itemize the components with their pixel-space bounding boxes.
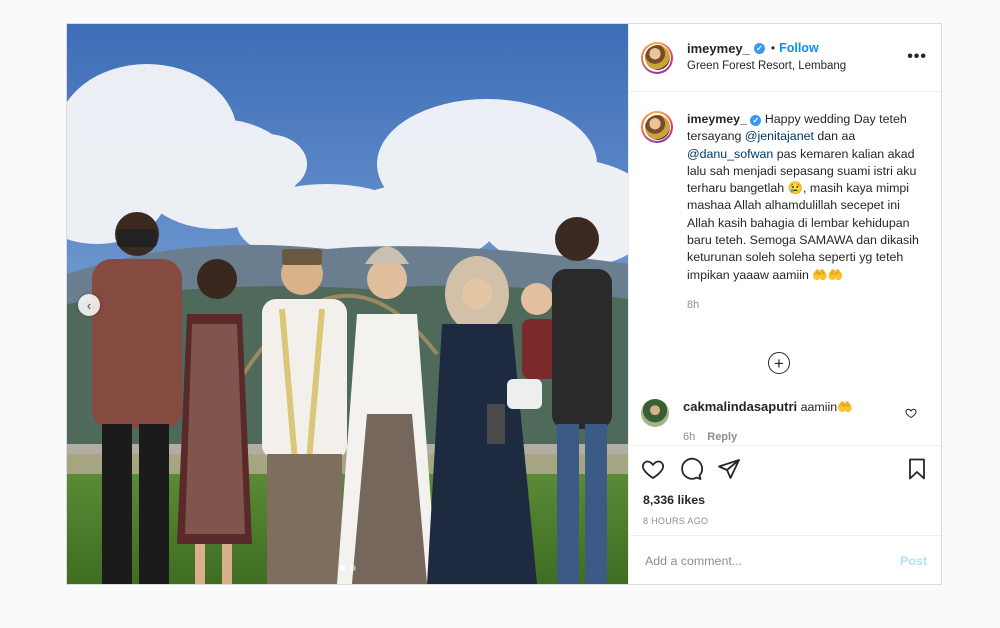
caption-text: dan aa [813, 129, 856, 144]
like-comment-heart-icon[interactable] [905, 407, 917, 419]
posted-time[interactable]: 8 HOURS AGO [629, 507, 941, 526]
caption-text: pas kemaren kalian akad lalu sah menjadi… [687, 146, 919, 282]
post-actions: 8,336 likes 8 HOURS AGO Post [629, 445, 941, 585]
like-heart-icon[interactable] [641, 457, 665, 481]
verified-badge-icon: ✓ [750, 115, 762, 127]
verified-badge-icon: ✓ [753, 43, 765, 55]
post-card: ‹ imeymey_ ✓ • Follow Green Forest Resor… [66, 23, 942, 585]
share-send-icon[interactable] [717, 457, 741, 481]
more-options-icon[interactable]: ••• [907, 48, 927, 66]
post-photo[interactable]: ‹ [67, 24, 628, 584]
commenter-avatar[interactable] [641, 399, 669, 427]
author-avatar[interactable] [641, 41, 673, 74]
caption-username[interactable]: imeymey_ [687, 112, 747, 126]
commenter-username[interactable]: cakmalindasaputri [683, 399, 797, 414]
load-more-comments-button[interactable]: + [768, 352, 790, 374]
caption-time[interactable]: 8h [687, 297, 919, 314]
comment-item: cakmalindasaputri aamiin🤲 6h Reply [641, 399, 929, 445]
mention-link[interactable]: @jenitajanet [745, 129, 814, 143]
carousel-dots [67, 565, 628, 571]
likes-count[interactable]: 8,336 likes [629, 482, 941, 507]
wedding-photo-illustration [67, 24, 628, 584]
carousel-dot [339, 565, 346, 571]
post-header: imeymey_ ✓ • Follow Green Forest Resort,… [629, 24, 941, 92]
groom [262, 249, 347, 584]
post-side-panel: imeymey_ ✓ • Follow Green Forest Resort,… [628, 24, 941, 584]
follow-button[interactable]: Follow [779, 41, 819, 56]
comments-section[interactable]: imeymey_ ✓ Happy wedding Day teteh tersa… [629, 93, 941, 445]
add-comment-input[interactable] [643, 552, 901, 569]
post-comment-button[interactable]: Post [900, 554, 927, 568]
post-location[interactable]: Green Forest Resort, Lembang [687, 60, 846, 74]
caption: imeymey_ ✓ Happy wedding Day teteh tersa… [629, 93, 941, 314]
add-comment-bar: Post [629, 535, 941, 585]
comment-text: aamiin🤲 [800, 400, 853, 414]
caption-avatar[interactable] [641, 111, 673, 143]
comment-time[interactable]: 6h [683, 429, 695, 445]
mention-link[interactable]: @danu_sofwan [687, 147, 773, 161]
carousel-dot [349, 565, 356, 571]
comment-bubble-icon[interactable] [679, 457, 703, 481]
save-bookmark-icon[interactable] [905, 457, 929, 481]
author-username[interactable]: imeymey_ [687, 41, 750, 57]
separator: • [770, 41, 776, 56]
previous-photo-button[interactable]: ‹ [78, 294, 100, 316]
reply-button[interactable]: Reply [707, 429, 737, 445]
